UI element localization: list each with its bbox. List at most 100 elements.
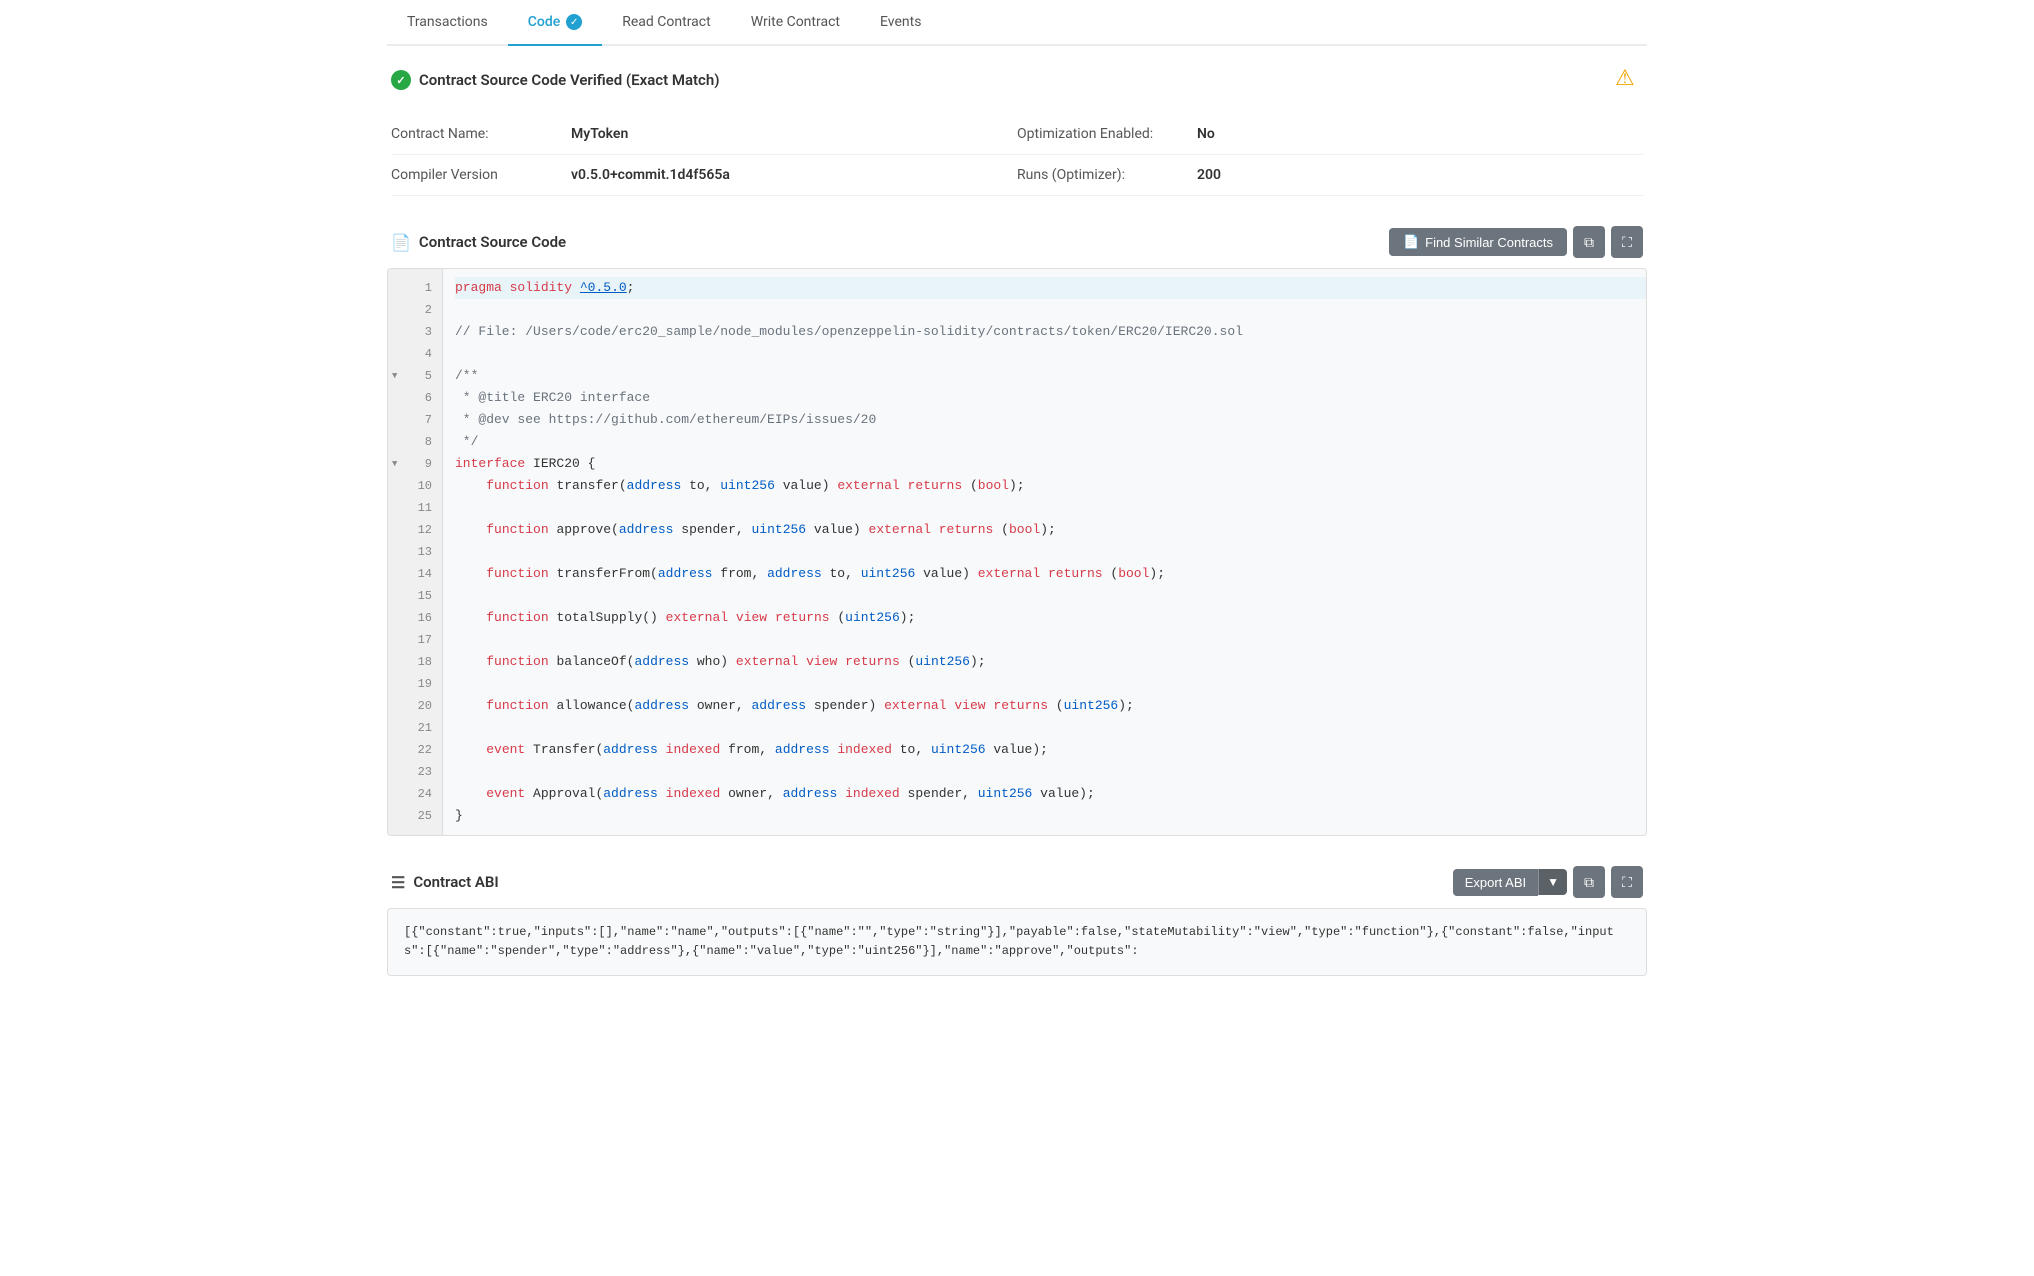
fullscreen-source-icon: ⛶ bbox=[1622, 234, 1632, 251]
code-lines[interactable]: pragma solidity ^0.5.0; // File: /Users/… bbox=[443, 269, 1646, 835]
meta-row-optimization: Optimization Enabled: No bbox=[1017, 114, 1643, 155]
export-abi-label: Export ABI bbox=[1465, 875, 1526, 890]
code-line-10: function transfer(address to, uint256 va… bbox=[455, 475, 1646, 497]
copy-source-icon: ⧉ bbox=[1584, 234, 1594, 251]
line-number-24: 24 bbox=[388, 783, 442, 805]
tab-code-label: Code bbox=[528, 14, 560, 30]
tab-transactions[interactable]: Transactions bbox=[387, 0, 508, 46]
line-number-18: 18 bbox=[388, 651, 442, 673]
fullscreen-abi-icon: ⛶ bbox=[1622, 874, 1632, 891]
source-code-title-text: Contract Source Code bbox=[419, 233, 566, 251]
line-number-14: 14 bbox=[388, 563, 442, 585]
code-line-21 bbox=[455, 717, 1646, 739]
code-line-7: * @dev see https://github.com/ethereum/E… bbox=[455, 409, 1646, 431]
runs-value: 200 bbox=[1197, 167, 1221, 183]
verified-banner: ✓ Contract Source Code Verified (Exact M… bbox=[387, 66, 1647, 94]
find-similar-button[interactable]: 📄 Find Similar Contracts bbox=[1389, 228, 1567, 256]
optimization-label: Optimization Enabled: bbox=[1017, 126, 1197, 142]
line-number-10: 10 bbox=[388, 475, 442, 497]
line-number-15: 15 bbox=[388, 585, 442, 607]
fullscreen-abi-button[interactable]: ⛶ bbox=[1611, 866, 1643, 898]
code-block: 1234567891011121314151617181920212223242… bbox=[388, 269, 1646, 835]
line-number-25: 25 bbox=[388, 805, 442, 827]
line-number-17: 17 bbox=[388, 629, 442, 651]
runs-label: Runs (Optimizer): bbox=[1017, 167, 1197, 183]
code-line-2 bbox=[455, 299, 1646, 321]
code-line-20: function allowance(address owner, addres… bbox=[455, 695, 1646, 717]
code-line-23 bbox=[455, 761, 1646, 783]
line-number-13: 13 bbox=[388, 541, 442, 563]
warning-icon: ⚠ bbox=[1615, 66, 1643, 94]
line-number-8: 8 bbox=[388, 431, 442, 453]
abi-section-header: ☰ Contract ABI Export ABI ▼ ⧉ ⛶ bbox=[387, 866, 1647, 898]
code-line-16: function totalSupply() external view ret… bbox=[455, 607, 1646, 629]
meta-table: Contract Name: MyToken Optimization Enab… bbox=[387, 114, 1647, 196]
abi-actions: Export ABI ▼ ⧉ ⛶ bbox=[1453, 866, 1643, 898]
code-line-17 bbox=[455, 629, 1646, 651]
tab-write-contract-label: Write Contract bbox=[751, 14, 840, 30]
line-number-1: 1 bbox=[388, 277, 442, 299]
code-line-9: interface IERC20 { bbox=[455, 453, 1646, 475]
line-number-6: 6 bbox=[388, 387, 442, 409]
tab-write-contract[interactable]: Write Contract bbox=[731, 0, 860, 46]
tab-bar: Transactions Code ✓ Read Contract Write … bbox=[387, 0, 1647, 46]
optimization-value: No bbox=[1197, 126, 1215, 142]
tab-events-label: Events bbox=[880, 14, 921, 30]
line-number-2: 2 bbox=[388, 299, 442, 321]
code-line-8: */ bbox=[455, 431, 1646, 453]
tab-code[interactable]: Code ✓ bbox=[508, 0, 602, 46]
line-number-12: 12 bbox=[388, 519, 442, 541]
line-number-3: 3 bbox=[388, 321, 442, 343]
line-number-20: 20 bbox=[388, 695, 442, 717]
copy-abi-button[interactable]: ⧉ bbox=[1573, 866, 1605, 898]
tab-read-contract-label: Read Contract bbox=[622, 14, 710, 30]
copy-source-button[interactable]: ⧉ bbox=[1573, 226, 1605, 258]
tab-transactions-label: Transactions bbox=[407, 14, 488, 30]
export-abi-group: Export ABI ▼ bbox=[1453, 869, 1567, 896]
export-abi-button[interactable]: Export ABI bbox=[1453, 869, 1538, 896]
line-number-7: 7 bbox=[388, 409, 442, 431]
line-number-5: 5 bbox=[388, 365, 442, 387]
compiler-label: Compiler Version bbox=[391, 167, 571, 183]
source-code-icon: 📄 bbox=[391, 233, 411, 252]
tab-events[interactable]: Events bbox=[860, 0, 941, 46]
code-line-3: // File: /Users/code/erc20_sample/node_m… bbox=[455, 321, 1646, 343]
line-number-9: 9 bbox=[388, 453, 442, 475]
meta-row-contract-name: Contract Name: MyToken bbox=[391, 114, 1017, 155]
abi-container: [{"constant":true,"inputs":[],"name":"na… bbox=[387, 908, 1647, 976]
code-verified-icon: ✓ bbox=[566, 14, 582, 30]
code-line-19 bbox=[455, 673, 1646, 695]
code-line-4 bbox=[455, 343, 1646, 365]
code-line-12: function approve(address spender, uint25… bbox=[455, 519, 1646, 541]
line-number-16: 16 bbox=[388, 607, 442, 629]
find-similar-icon: 📄 bbox=[1403, 234, 1419, 250]
code-line-18: function balanceOf(address who) external… bbox=[455, 651, 1646, 673]
code-line-11 bbox=[455, 497, 1646, 519]
line-number-23: 23 bbox=[388, 761, 442, 783]
code-line-15 bbox=[455, 585, 1646, 607]
line-number-21: 21 bbox=[388, 717, 442, 739]
meta-row-runs: Runs (Optimizer): 200 bbox=[1017, 155, 1643, 196]
line-number-19: 19 bbox=[388, 673, 442, 695]
code-line-24: event Approval(address indexed owner, ad… bbox=[455, 783, 1646, 805]
code-line-6: * @title ERC20 interface bbox=[455, 387, 1646, 409]
code-line-22: event Transfer(address indexed from, add… bbox=[455, 739, 1646, 761]
find-similar-label: Find Similar Contracts bbox=[1425, 235, 1553, 250]
code-container: 1234567891011121314151617181920212223242… bbox=[387, 268, 1647, 836]
contract-name-value: MyToken bbox=[571, 126, 628, 142]
source-code-title: 📄 Contract Source Code bbox=[391, 233, 566, 252]
line-number-4: 4 bbox=[388, 343, 442, 365]
abi-title: ☰ Contract ABI bbox=[391, 873, 499, 892]
verified-check-icon: ✓ bbox=[391, 70, 411, 90]
fullscreen-source-button[interactable]: ⛶ bbox=[1611, 226, 1643, 258]
compiler-value: v0.5.0+commit.1d4f565a bbox=[571, 167, 730, 183]
verified-left: ✓ Contract Source Code Verified (Exact M… bbox=[391, 70, 720, 90]
export-abi-dropdown[interactable]: ▼ bbox=[1538, 869, 1567, 895]
line-number-22: 22 bbox=[388, 739, 442, 761]
source-code-section-header: 📄 Contract Source Code 📄 Find Similar Co… bbox=[387, 226, 1647, 258]
abi-content: [{"constant":true,"inputs":[],"name":"na… bbox=[388, 909, 1646, 975]
abi-title-text: Contract ABI bbox=[413, 873, 498, 891]
tab-read-contract[interactable]: Read Contract bbox=[602, 0, 730, 46]
abi-icon: ☰ bbox=[391, 873, 405, 892]
meta-row-compiler: Compiler Version v0.5.0+commit.1d4f565a bbox=[391, 155, 1017, 196]
